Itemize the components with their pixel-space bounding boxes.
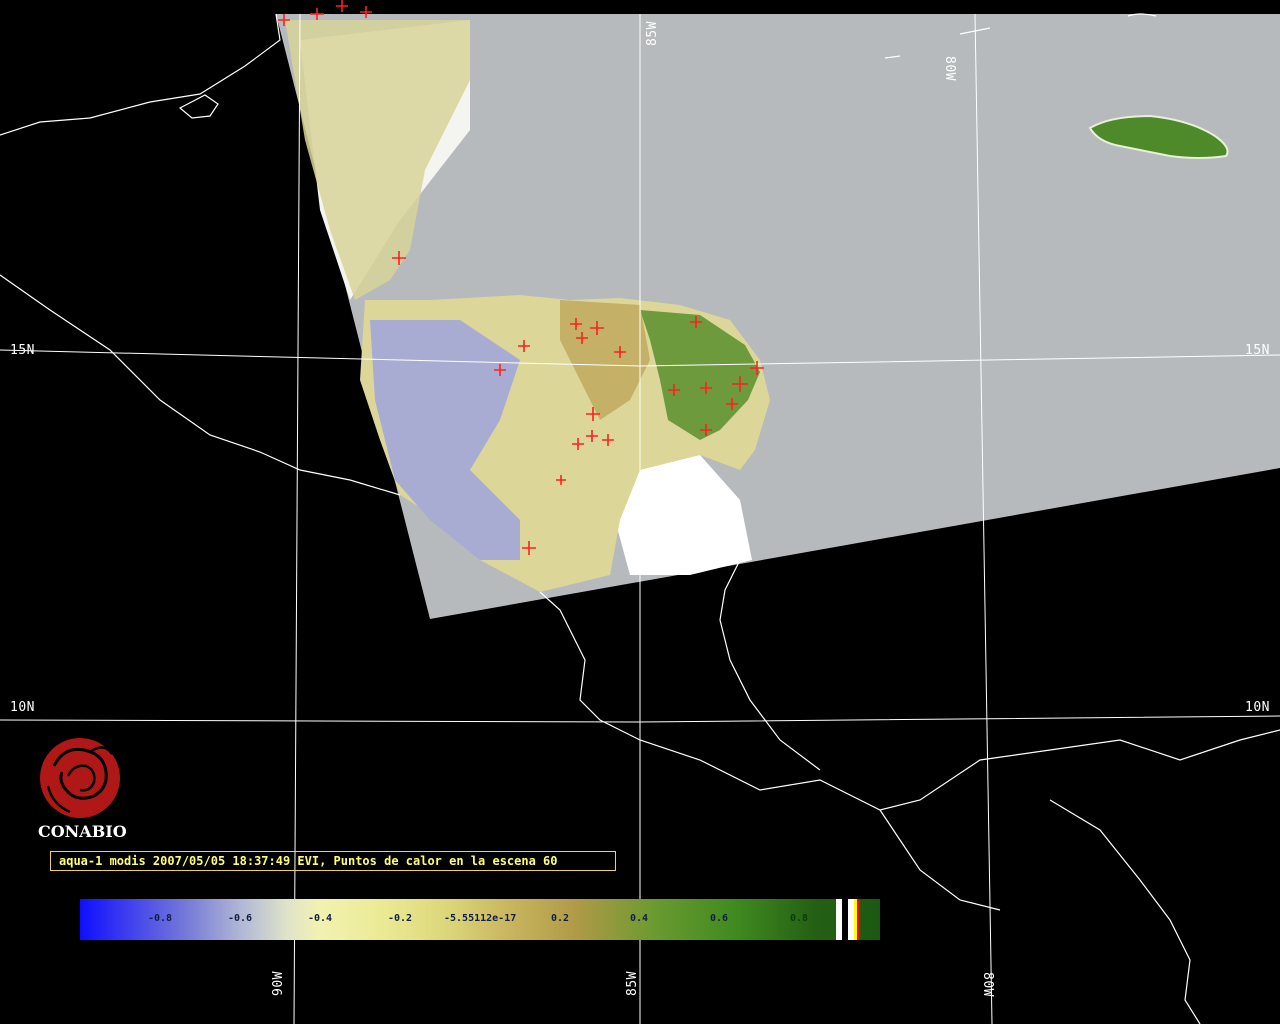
lon-label-bottom-90w: 90W	[271, 971, 286, 996]
lon-label-bottom-85w: 85W	[625, 971, 640, 996]
lat-label-right-15n: 15N	[1245, 343, 1270, 358]
colorbar-tick: 0.4	[630, 913, 649, 924]
lon-label-top-85w: 85W	[645, 21, 660, 46]
colorbar-tick: -0.8	[148, 913, 173, 924]
scene-caption: aqua-1 modis 2007/05/05 18:37:49 EVI, Pu…	[50, 851, 616, 871]
colorbar-tick: 0.8	[790, 913, 809, 924]
lat-label-left-10n: 10N	[10, 700, 35, 715]
org-name: CONABIO	[38, 822, 127, 841]
lon-label-top-80w: 80W	[942, 56, 957, 81]
colorbar-tick: 0.2	[551, 913, 570, 924]
colorbar-tick: -0.6	[228, 913, 253, 924]
lat-label-left-15n: 15N	[10, 343, 35, 358]
colorbar-tick: 0.6	[710, 913, 729, 924]
colorbar-tick: -0.4	[308, 913, 333, 924]
map-viewer: 85W 80W 90W 85W 80W 15N 10N 15N 10N CONA…	[0, 0, 1280, 1024]
lat-label-right-10n: 10N	[1245, 700, 1270, 715]
colorbar-tick: -5.55112e-17	[444, 913, 517, 924]
lon-label-bottom-80w: 80W	[980, 972, 995, 997]
evi-colorbar: -0.8 -0.6 -0.4 -0.2 -5.55112e-17 0.2 0.4…	[80, 899, 880, 940]
colorbar-end-red	[857, 899, 860, 940]
colorbar-tick: -0.2	[388, 913, 413, 924]
